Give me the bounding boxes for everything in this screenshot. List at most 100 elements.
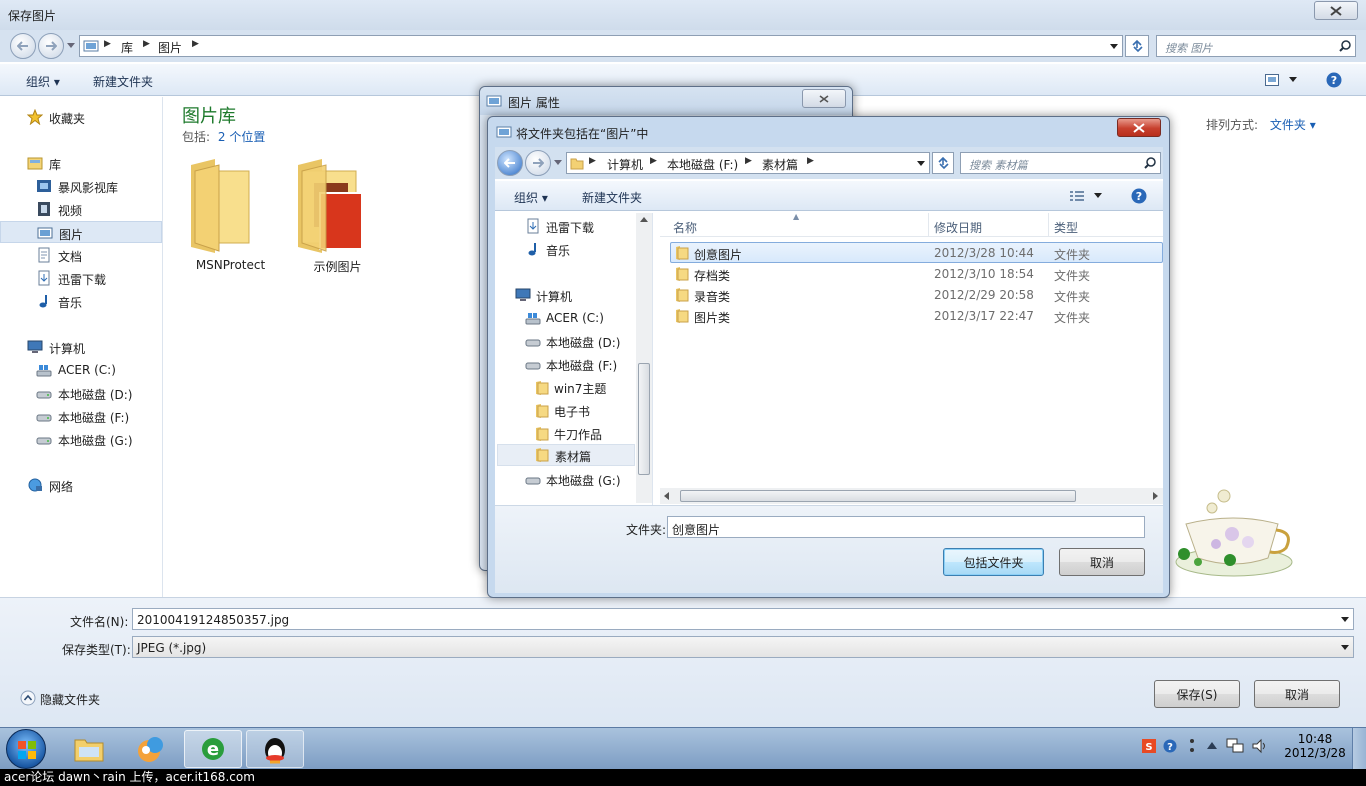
recent-pages-icon[interactable] [67, 43, 75, 49]
nav-lib-pictures[interactable]: 图片 [0, 221, 162, 243]
tray-settings-icon[interactable] [1187, 737, 1197, 755]
details-view-icon[interactable] [1070, 190, 1084, 202]
tree-computer[interactable]: 计算机 [515, 286, 645, 306]
address-bar[interactable]: ▶ 库 ▶ 图片 ▶ [79, 35, 1123, 57]
include-cancel-button[interactable]: 取消 [1059, 548, 1145, 576]
close-button[interactable] [1314, 1, 1358, 20]
tree-folder[interactable]: 牛刀作品 [535, 424, 645, 444]
file-row[interactable]: 录音类 2012/2/29 20:58 文件夹 [670, 285, 1163, 306]
nav-favorites[interactable]: 收藏夹 [0, 106, 162, 128]
help-icon[interactable]: ? [1131, 188, 1147, 204]
forward-button[interactable] [38, 33, 64, 59]
column-type-header[interactable]: 类型 [1054, 219, 1078, 236]
properties-close-button[interactable] [802, 89, 846, 108]
file-row[interactable]: 图片类 2012/3/17 22:47 文件夹 [670, 306, 1163, 327]
filename-input[interactable]: 20100419124850357.jpg [132, 608, 1354, 630]
tree-folder-selected[interactable]: 素材篇 [497, 444, 635, 466]
address-dropdown-icon[interactable] [917, 161, 925, 166]
tree-drive-d[interactable]: 本地磁盘 (D:) [525, 332, 645, 352]
include-forward-button[interactable] [525, 150, 551, 176]
nav-drive-f[interactable]: 本地磁盘 (F:) [0, 405, 162, 427]
teacup-decoration-icon [1175, 489, 1293, 577]
file-row-selected[interactable]: 创意图片 2012/3/28 10:44 文件夹 [670, 242, 1163, 263]
include-address-bar[interactable]: ▶ 计算机 ▶ 本地磁盘 (F:) ▶ 素材篇 ▶ [566, 152, 930, 174]
filetype-select[interactable]: JPEG (*.jpg) [132, 636, 1354, 658]
refresh-button[interactable] [1125, 35, 1149, 57]
volume-icon[interactable] [1252, 738, 1268, 754]
nav-network[interactable]: 网络 [0, 474, 162, 496]
include-folder-button[interactable]: 包括文件夹 [943, 548, 1044, 576]
save-button[interactable]: 保存(S) [1154, 680, 1240, 708]
tree-folder[interactable]: 电子书 [535, 401, 645, 421]
back-button[interactable] [10, 33, 36, 59]
view-dropdown-icon[interactable] [1094, 193, 1102, 198]
nav-drive-d[interactable]: 本地磁盘 (D:) [0, 382, 162, 404]
help-icon[interactable]: ? [1326, 72, 1342, 88]
file-date: 2012/2/29 20:58 [934, 288, 1034, 302]
breadcrumb-computer[interactable]: 计算机 [607, 156, 643, 173]
file-row[interactable]: 存档类 2012/3/10 18:54 文件夹 [670, 264, 1163, 285]
nav-drive-g[interactable]: 本地磁盘 (G:) [0, 428, 162, 450]
list-horizontal-scrollbar[interactable] [660, 488, 1163, 504]
breadcrumb-materials[interactable]: 素材篇 [762, 156, 798, 173]
view-dropdown-icon[interactable] [1289, 77, 1297, 82]
filename-dropdown-icon[interactable] [1341, 617, 1349, 622]
taskbar-browser[interactable]: e [184, 730, 242, 768]
file-type: 文件夹 [1054, 269, 1091, 283]
system-drive-icon [525, 313, 541, 325]
column-date-header[interactable]: 修改日期 [934, 219, 982, 236]
cancel-button[interactable]: 取消 [1254, 680, 1340, 708]
include-search-box[interactable]: 搜索 素材篇 [960, 152, 1161, 174]
folder-item[interactable]: MSNProtect [173, 155, 288, 275]
help-tray-icon[interactable]: ? [1163, 739, 1177, 753]
nav-drive-c[interactable]: ACER (C:) [0, 359, 162, 381]
folder-input[interactable]: 创意图片 [667, 516, 1145, 538]
show-desktop-button[interactable] [1352, 728, 1366, 769]
include-close-button[interactable] [1117, 118, 1161, 137]
include-organize-menu[interactable]: 组织 ▾ [514, 189, 548, 206]
folder-item[interactable]: 示例图片 [280, 155, 395, 275]
network-tray-icon[interactable] [1226, 738, 1244, 754]
view-icon[interactable] [1265, 74, 1279, 86]
column-name-header[interactable]: 名称 [673, 219, 697, 236]
breadcrumb-pictures[interactable]: 图片 [158, 39, 182, 56]
breadcrumb-drive-f[interactable]: 本地磁盘 (F:) [667, 156, 738, 173]
taskbar-explorer[interactable] [60, 730, 118, 768]
nav-lib-music[interactable]: 音乐 [0, 290, 162, 312]
search-box[interactable]: 搜索 图片 [1156, 35, 1356, 57]
dialog-icon [496, 126, 512, 138]
nav-computer[interactable]: 计算机 [0, 336, 162, 358]
breadcrumb-library[interactable]: 库 [121, 39, 133, 56]
recent-pages-icon[interactable] [554, 160, 562, 166]
tree-scrollbar[interactable] [636, 213, 652, 503]
tree-drive-g[interactable]: 本地磁盘 (G:) [525, 470, 645, 490]
taskbar-messenger[interactable] [122, 730, 180, 768]
include-new-folder-button[interactable]: 新建文件夹 [582, 189, 642, 206]
tree-scroll-thumb[interactable] [638, 363, 650, 475]
nav-lib-videos[interactable]: 视频 [0, 198, 162, 220]
arrange-dropdown[interactable]: 文件夹 ▾ [1270, 118, 1316, 132]
include-refresh-button[interactable] [932, 152, 954, 174]
tree-folder[interactable]: win7主题 [535, 378, 645, 398]
sogou-input-icon[interactable]: S [1142, 739, 1156, 753]
new-folder-button[interactable]: 新建文件夹 [93, 73, 153, 90]
address-dropdown-icon[interactable] [1110, 44, 1118, 49]
nav-lib-storm[interactable]: 暴风影视库 [0, 175, 162, 197]
list-scroll-thumb[interactable] [680, 490, 1076, 502]
include-back-button[interactable] [497, 150, 523, 176]
nav-libraries[interactable]: 库 [0, 152, 162, 174]
tray-clock[interactable]: 10:48 2012/3/28 [1278, 732, 1352, 760]
tree-thunder[interactable]: 迅雷下载 [525, 217, 645, 237]
nav-lib-documents[interactable]: 文档 [0, 244, 162, 266]
library-locations-link[interactable]: 2 个位置 [218, 130, 265, 144]
tree-drive-c[interactable]: ACER (C:) [525, 309, 645, 329]
tree-music[interactable]: 音乐 [525, 240, 645, 260]
organize-menu[interactable]: 组织 ▾ [26, 73, 60, 90]
tree-drive-f[interactable]: 本地磁盘 (F:) [525, 355, 645, 375]
document-icon [38, 247, 50, 263]
nav-lib-thunder[interactable]: 迅雷下载 [0, 267, 162, 289]
taskbar-qq[interactable] [246, 730, 304, 768]
show-hidden-icons-icon[interactable] [1207, 742, 1217, 749]
drive-icon [525, 339, 541, 347]
start-button[interactable] [6, 729, 46, 769]
